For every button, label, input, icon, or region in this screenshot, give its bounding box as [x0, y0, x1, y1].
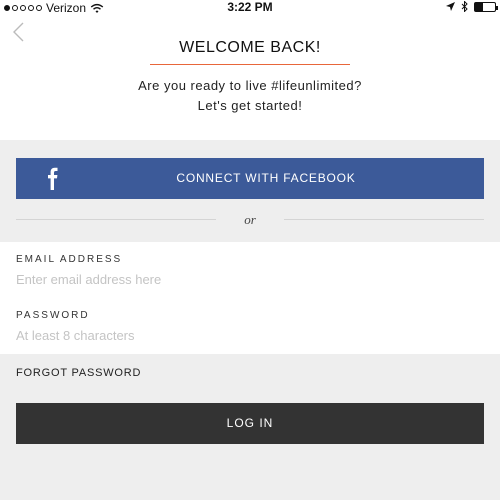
- status-time: 3:22 PM: [227, 0, 273, 14]
- facebook-button-label: CONNECT WITH FACEBOOK: [176, 171, 356, 185]
- password-field-group: PASSWORD: [0, 298, 500, 354]
- log-in-button-label: LOG IN: [226, 416, 274, 430]
- welcome-header: WELCOME BACK! Are you ready to live #lif…: [0, 16, 500, 140]
- status-bar: Verizon 3:22 PM: [0, 0, 500, 16]
- bluetooth-icon: [461, 1, 468, 12]
- location-arrow-icon: [446, 2, 455, 11]
- welcome-subtitle: Are you ready to live #lifeunlimited? Le…: [0, 76, 500, 116]
- email-input[interactable]: [16, 269, 484, 289]
- subtitle-line-2: Let's get started!: [197, 98, 303, 113]
- subtitle-line-1: Are you ready to live #lifeunlimited?: [138, 78, 362, 93]
- page-title: WELCOME BACK!: [179, 39, 321, 56]
- battery-icon: [474, 1, 498, 12]
- log-in-button[interactable]: LOG IN: [16, 403, 484, 444]
- title-underline: [150, 64, 350, 65]
- or-divider: or: [16, 212, 484, 228]
- password-input[interactable]: [16, 325, 484, 345]
- connect-facebook-button[interactable]: CONNECT WITH FACEBOOK: [16, 158, 484, 199]
- divider-text: or: [244, 212, 256, 227]
- forgot-password-link[interactable]: FORGOT PASSWORD: [16, 367, 141, 379]
- battery-fill: [475, 2, 483, 11]
- status-right: [446, 1, 498, 12]
- email-field-group: EMAIL ADDRESS: [0, 242, 500, 298]
- email-label: EMAIL ADDRESS: [16, 254, 123, 265]
- password-label: PASSWORD: [16, 310, 90, 321]
- divider-line-right: [284, 219, 484, 220]
